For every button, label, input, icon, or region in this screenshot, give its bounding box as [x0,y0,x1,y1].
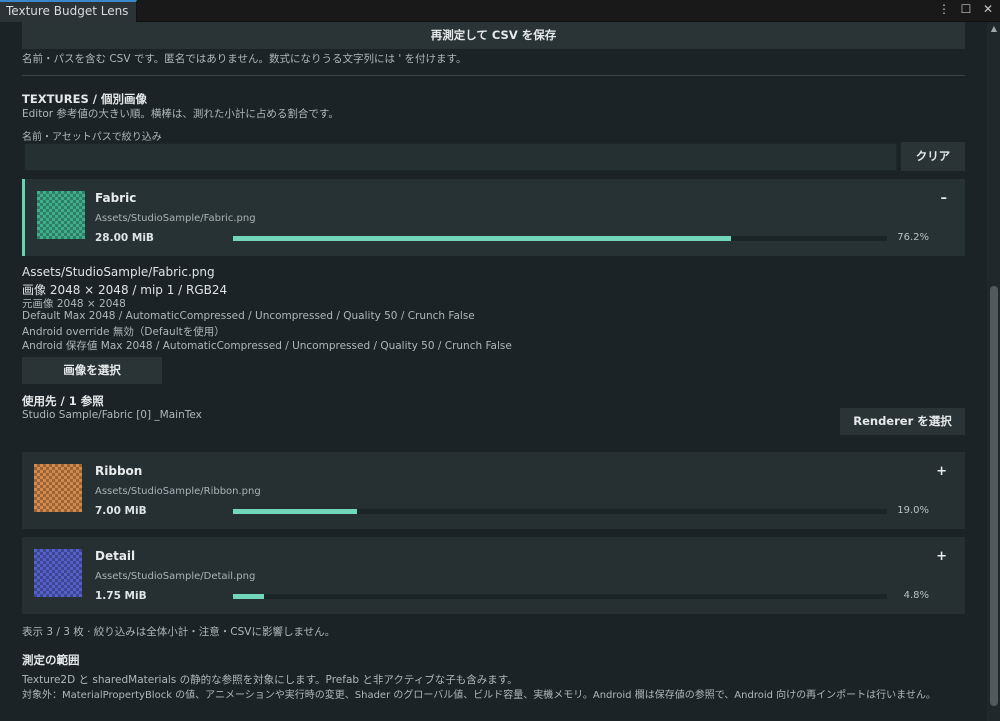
share-bar-track [233,509,887,514]
clear-filter-button[interactable]: クリア [901,142,965,171]
collapse-toggle[interactable]: – [941,191,948,206]
scroll-up-arrow-icon[interactable]: ▲ [991,24,997,33]
expand-toggle[interactable]: + [936,464,947,479]
detail-default-line: Default Max 2048 / AutomaticCompressed /… [22,310,475,322]
clear-filter-label: クリア [915,149,951,163]
window-controls: ⋮ ☐ ✕ [938,2,994,16]
select-renderer-button[interactable]: Renderer を選択 [840,408,965,435]
remeasure-save-csv-button[interactable]: 再測定して CSV を保存 [22,22,965,49]
share-percent: 4.8% [903,590,929,601]
texture-name: Fabric [95,191,137,205]
share-bar-fill [233,509,358,514]
share-bar-track [233,236,887,241]
select-renderer-label: Renderer を選択 [853,414,952,428]
select-image-label: 画像を選択 [63,363,121,377]
select-image-button[interactable]: 画像を選択 [22,357,162,384]
share-bar-fill [233,594,265,599]
window-tab-title: Texture Budget Lens [6,4,129,18]
detail-path: Assets/StudioSample/Fabric.png [22,265,215,279]
texture-thumbnail-ribbon [34,464,82,512]
scope-line-1: Texture2D と sharedMaterials の静的な参照を対象にしま… [22,674,518,686]
detail-android-override-line: Android override 無効（Defaultを使用） [22,326,225,338]
share-bar-track [233,594,887,599]
close-icon[interactable]: ✕ [982,2,994,16]
texture-size: 28.00 MiB [95,232,154,244]
share-bar-fill [233,236,732,241]
texture-card-fabric[interactable]: Fabric Assets/StudioSample/Fabric.png 28… [22,179,965,256]
texture-thumbnail-fabric [37,191,85,239]
scope-line-2: 対象外：MaterialPropertyBlock の値、アニメーションや実行時… [22,690,936,701]
texture-path: Assets/StudioSample/Ribbon.png [95,486,261,497]
remeasure-save-csv-label: 再測定して CSV を保存 [430,28,557,42]
texture-name: Ribbon [95,464,143,478]
filter-input[interactable] [24,143,897,171]
share-percent: 76.2% [897,232,929,243]
share-percent: 19.0% [897,505,929,516]
maximize-icon[interactable]: ☐ [960,2,972,16]
window-tab[interactable]: Texture Budget Lens [0,0,137,22]
texture-path: Assets/StudioSample/Detail.png [95,571,256,582]
texture-path: Assets/StudioSample/Fabric.png [95,213,256,224]
texture-thumbnail-detail [34,549,82,597]
texture-size: 1.75 MiB [95,590,147,602]
detail-source-line: 元画像 2048 × 2048 [22,298,126,310]
window-titlebar: Texture Budget Lens ⋮ ☐ ✕ [0,0,1000,22]
filter-label: 名前・アセットパスで絞り込み [22,132,162,143]
scrollbar-thumb[interactable] [990,286,998,706]
textures-subheading: Editor 参考値の大きい順。横棒は、測れた小計に占める割合です。 [22,108,339,120]
menu-dots-icon[interactable]: ⋮ [938,2,950,16]
section-divider [22,75,965,76]
usage-item: Studio Sample/Fabric [0] _MainTex [22,409,202,421]
textures-heading: TEXTURES / 個別画像 [22,92,147,106]
usage-heading: 使用先 / 1 参照 [22,394,104,408]
scope-heading: 測定の範囲 [22,653,80,667]
texture-size: 7.00 MiB [95,505,147,517]
expand-toggle[interactable]: + [936,549,947,564]
count-note: 表示 3 / 3 枚 · 絞り込みは全体小計・注意・CSVに影響しません。 [22,626,336,638]
csv-note: 名前・パスを含む CSV です。匿名ではありません。数式になりうる文字列には '… [22,53,467,65]
texture-name: Detail [95,549,136,563]
detail-android-saved-line: Android 保存値 Max 2048 / AutomaticCompress… [22,340,512,352]
texture-card-detail[interactable]: Detail Assets/StudioSample/Detail.png 1.… [22,537,965,614]
texture-card-ribbon[interactable]: Ribbon Assets/StudioSample/Ribbon.png 7.… [22,452,965,529]
